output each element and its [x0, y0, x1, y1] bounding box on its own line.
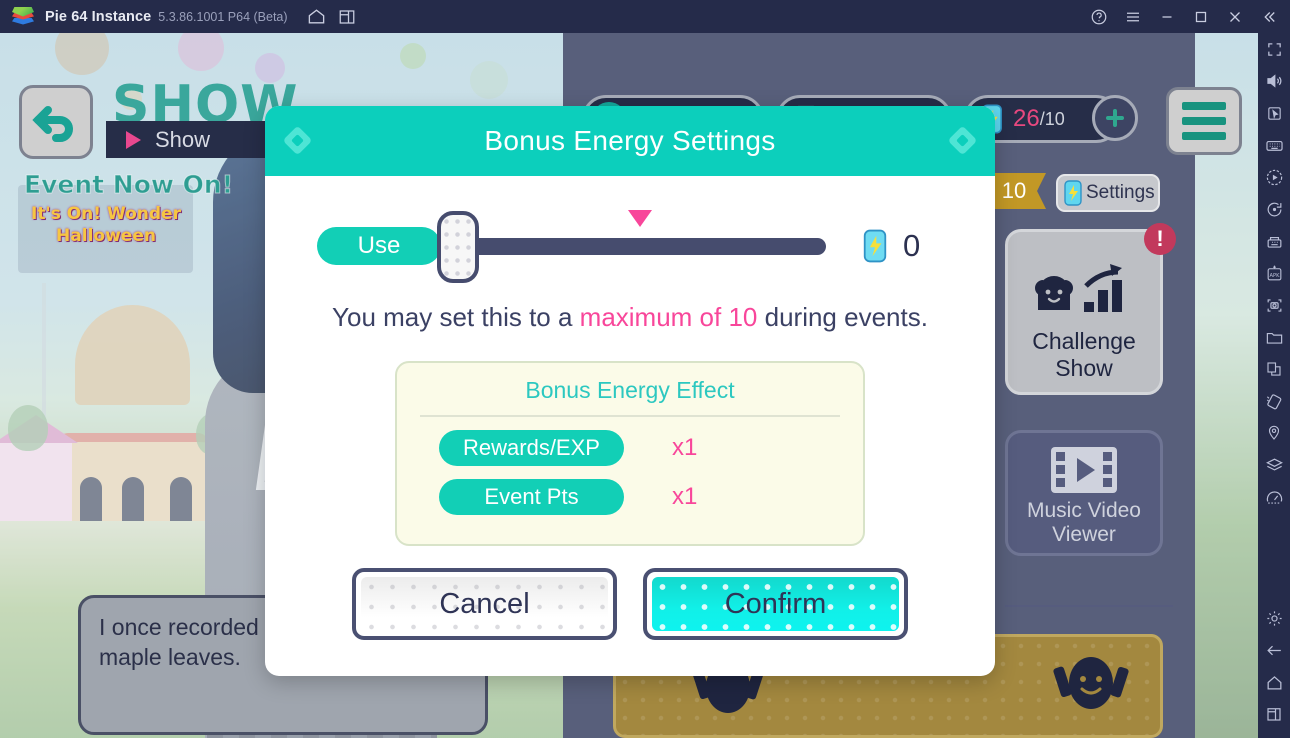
energy-slider-thumb[interactable]: [437, 211, 479, 283]
effect-label-event-pts: Event Pts: [439, 479, 624, 515]
character-silhouette-icon: [1053, 657, 1129, 709]
recents-icon[interactable]: [1258, 698, 1290, 730]
menu-icon[interactable]: [1116, 0, 1150, 33]
description-highlight: maximum of 10: [579, 302, 758, 332]
event-logo-line1: It's On! Wonder: [31, 204, 181, 224]
cancel-button-label: Cancel: [361, 577, 608, 631]
challenge-show-icon: [1035, 264, 1122, 312]
energy-settings-button[interactable]: Settings: [1056, 174, 1160, 212]
diamond-decoration-icon: [947, 125, 978, 156]
add-energy-button[interactable]: [1092, 95, 1138, 141]
energy-drink-icon: [861, 228, 889, 264]
bluestacks-sidebar: APK: [1258, 33, 1290, 738]
bluestacks-window: Pie 64 Instance 5.3.86.1001 P64 (Beta) S…: [0, 0, 1290, 738]
multi-instance-icon[interactable]: [332, 2, 362, 32]
install-apk-icon[interactable]: APK: [1258, 257, 1290, 289]
maximize-icon[interactable]: [1184, 0, 1218, 33]
energy-count-value: 0: [903, 228, 921, 263]
performance-icon[interactable]: [1258, 481, 1290, 513]
event-logo-line2: Halloween: [56, 226, 156, 246]
fullscreen-icon[interactable]: [1258, 33, 1290, 65]
dialog-buttons: Cancel Confirm: [265, 568, 995, 640]
effect-value-rewards-exp: x1: [672, 434, 698, 461]
effect-box-title: Bonus Energy Effect: [525, 377, 735, 403]
energy-settings-label: Settings: [1086, 182, 1155, 203]
window-version: 5.3.86.1001 P64 (Beta): [158, 9, 288, 24]
diamond-decoration-icon: [282, 125, 313, 156]
collapse-icon[interactable]: [1252, 0, 1286, 33]
tile-challenge-show[interactable]: Challenge Show: [1005, 229, 1163, 395]
hud-energy-current: 26: [1013, 105, 1040, 132]
slider-max-marker-icon: [628, 210, 652, 227]
dialog-header: Bonus Energy Settings: [265, 106, 995, 176]
energy-slider-track[interactable]: [454, 238, 826, 255]
home-icon[interactable]: [1258, 666, 1290, 698]
volume-icon[interactable]: [1258, 65, 1290, 97]
dialog-description: You may set this to a maximum of 10 duri…: [265, 302, 995, 333]
rotate-icon[interactable]: [1258, 193, 1290, 225]
energy-drink-icon: [1064, 180, 1082, 206]
effect-label-rewards-exp: Rewards/EXP: [439, 430, 624, 466]
game-viewport[interactable]: SHOW Show Event Now On! It's On! Wonder …: [0, 33, 1258, 738]
settings-gear-icon[interactable]: [1258, 602, 1290, 634]
window-title: Pie 64 Instance: [45, 8, 152, 25]
minimize-icon[interactable]: [1150, 0, 1184, 33]
folder-icon[interactable]: [1258, 321, 1290, 353]
location-icon[interactable]: [1258, 417, 1290, 449]
description-suffix: during events.: [757, 302, 928, 332]
event-logo: It's On! Wonder Halloween: [26, 203, 186, 261]
use-button[interactable]: Use: [317, 227, 441, 265]
layers-icon[interactable]: [1258, 449, 1290, 481]
effect-row: Rewards/EXP x1: [397, 430, 863, 466]
tile-mv-label2: Viewer: [1052, 523, 1116, 546]
tile-music-video-viewer[interactable]: Music Video Viewer: [1005, 430, 1163, 556]
confirm-button[interactable]: Confirm: [643, 568, 908, 640]
tilt-icon[interactable]: [1258, 385, 1290, 417]
hud-energy-max: /10: [1039, 108, 1065, 129]
svg-text:APK: APK: [1269, 273, 1280, 279]
back-button[interactable]: [19, 85, 93, 159]
help-icon[interactable]: [1082, 0, 1116, 33]
bonus-energy-effect-box: Bonus Energy Effect Rewards/EXP x1 Event…: [395, 361, 865, 546]
tile-mv-label1: Music Video: [1026, 499, 1141, 522]
event-now-label: Event Now On!: [23, 170, 234, 200]
film-play-icon: [1051, 447, 1117, 493]
breadcrumb-label: Show: [155, 126, 211, 152]
confirm-button-label: Confirm: [652, 577, 899, 631]
divider: [420, 415, 840, 417]
macro-record-icon[interactable]: [1258, 161, 1290, 193]
divider: [1005, 605, 1173, 607]
effect-value-event-pts: x1: [672, 483, 698, 510]
cancel-button[interactable]: Cancel: [352, 568, 617, 640]
status-badge: !: [1144, 223, 1176, 255]
cursor-icon[interactable]: [1258, 97, 1290, 129]
menu-button[interactable]: [1166, 87, 1242, 155]
dialog-title: Bonus Energy Settings: [484, 125, 776, 156]
close-icon[interactable]: [1218, 0, 1252, 33]
keyboard-icon[interactable]: [1258, 129, 1290, 161]
tile-challenge-label1: Challenge: [1032, 328, 1136, 354]
copy-icon[interactable]: [1258, 353, 1290, 385]
bonus-energy-settings-dialog: Bonus Energy Settings Use 0 You may set …: [265, 106, 995, 676]
description-prefix: You may set this to a: [332, 302, 580, 332]
back-arrow-icon[interactable]: [1258, 634, 1290, 666]
energy-slider-row: Use 0: [265, 198, 995, 294]
tile-challenge-label2: Show: [1055, 355, 1113, 381]
breadcrumb-triangle-icon: [126, 130, 141, 149]
effect-row: Event Pts x1: [397, 479, 863, 515]
screenshot-icon[interactable]: [1258, 289, 1290, 321]
bluestacks-logo-icon: [12, 6, 34, 28]
home-icon[interactable]: [302, 2, 332, 32]
multi-instance-manager-icon[interactable]: [1258, 225, 1290, 257]
title-bar: Pie 64 Instance 5.3.86.1001 P64 (Beta): [0, 0, 1290, 33]
